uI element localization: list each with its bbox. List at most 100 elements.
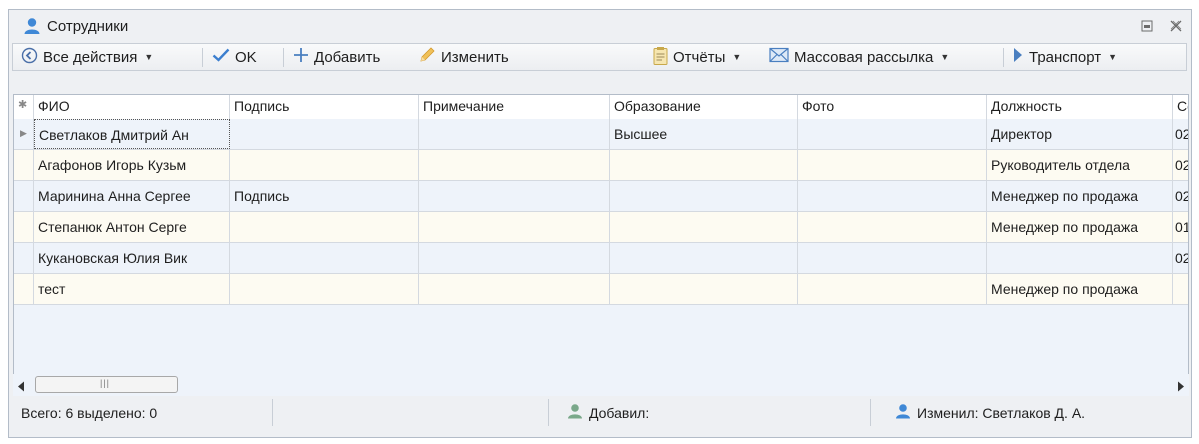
cell-signature[interactable] (230, 212, 419, 242)
cell-note[interactable] (419, 274, 610, 304)
cell-extra[interactable] (1173, 274, 1188, 304)
close-icon[interactable] (1167, 18, 1185, 34)
row-indicator[interactable]: ▶ (14, 119, 34, 149)
pencil-icon (418, 46, 436, 68)
cell-extra[interactable]: 02 (1173, 181, 1188, 211)
cell-signature[interactable] (230, 243, 419, 273)
all-actions-label: Все действия (43, 48, 138, 66)
table-row[interactable]: Кукановская Юлия Вик 02 (14, 243, 1188, 274)
cell-photo[interactable] (798, 181, 987, 211)
cell-photo[interactable] (798, 274, 987, 304)
row-indicator[interactable] (14, 243, 34, 273)
cell-note[interactable] (419, 212, 610, 242)
scrollbar-thumb[interactable]: ||| (35, 376, 178, 393)
cell-education[interactable] (610, 181, 798, 211)
dropdown-arrow-icon: ▼ (144, 52, 154, 62)
column-header-note[interactable]: Примечание (419, 95, 610, 119)
restore-icon[interactable] (1138, 18, 1156, 34)
cell-note[interactable] (419, 243, 610, 273)
cell-extra[interactable]: 02 (1173, 243, 1188, 273)
table-row[interactable]: тест Менеджер по продажа (14, 274, 1188, 305)
all-actions-button[interactable]: Все действия ▼ (21, 44, 153, 70)
cell-education[interactable] (610, 274, 798, 304)
table-row[interactable]: ▶ Светлаков Дмитрий Ан Высшее Директор 0… (14, 119, 1188, 150)
edit-button[interactable]: Изменить (418, 44, 509, 70)
reports-button[interactable]: Отчёты ▼ (653, 44, 741, 70)
column-header-extra[interactable]: Со (1173, 95, 1188, 119)
column-header-signature[interactable]: Подпись (230, 95, 419, 119)
cell-education[interactable] (610, 243, 798, 273)
cell-extra[interactable]: 02 (1173, 150, 1188, 180)
column-header-education[interactable]: Образование (610, 95, 798, 119)
cell-education[interactable]: Высшее (610, 119, 798, 149)
cell-photo[interactable] (798, 243, 987, 273)
cell-photo[interactable] (798, 212, 987, 242)
new-row-indicator-icon: ✱ (14, 95, 34, 119)
grid-header: ✱ ФИО Подпись Примечание Образование Фот… (14, 95, 1188, 120)
dropdown-arrow-icon: ▼ (1108, 52, 1118, 62)
mass-mailing-button[interactable]: Массовая рассылка ▼ (769, 44, 949, 70)
scroll-right-arrow-icon[interactable] (1177, 379, 1185, 395)
add-button[interactable]: Добавить (293, 44, 380, 70)
cell-position[interactable] (987, 243, 1173, 273)
cell-signature[interactable] (230, 150, 419, 180)
actions-circle-icon (21, 47, 38, 68)
cell-note[interactable] (419, 119, 610, 149)
cell-signature[interactable] (230, 119, 419, 149)
title-bar: Сотрудники (9, 10, 1191, 42)
edit-label: Изменить (441, 48, 509, 66)
cell-fio[interactable]: Светлаков Дмитрий Ан (34, 119, 230, 149)
column-header-fio[interactable]: ФИО (34, 95, 230, 119)
horizontal-scrollbar[interactable]: ||| (13, 374, 1189, 396)
mail-icon (769, 47, 789, 67)
row-indicator[interactable] (14, 212, 34, 242)
cell-extra[interactable]: 02 (1173, 119, 1188, 149)
arrow-right-icon (1012, 47, 1024, 67)
cell-note[interactable] (419, 181, 610, 211)
status-bar: Всего: 6 выделено: 0 Добавил: Изменил: С… (13, 399, 1189, 426)
cell-fio[interactable]: Агафонов Игорь Кузьм (34, 150, 230, 180)
cell-note[interactable] (419, 150, 610, 180)
cell-education[interactable] (610, 150, 798, 180)
plus-icon (293, 47, 309, 67)
row-indicator[interactable] (14, 150, 34, 180)
add-label: Добавить (314, 48, 381, 66)
table-row[interactable]: Степанюк Антон Серге Менеджер по продажа… (14, 212, 1188, 243)
cell-fio[interactable]: Степанюк Антон Серге (34, 212, 230, 242)
toolbar: Все действия ▼ OK Добавить Изменить Отчё… (12, 43, 1187, 71)
checkmark-icon (212, 47, 230, 67)
status-changed-by: Изменил: Светлаков Д. А. (891, 399, 1193, 426)
dropdown-arrow-icon: ▼ (732, 52, 742, 62)
row-indicator[interactable] (14, 274, 34, 304)
row-indicator[interactable] (14, 181, 34, 211)
cell-education[interactable] (610, 212, 798, 242)
status-total: Всего: 6 выделено: 0 (13, 399, 273, 426)
grip-icon: ||| (100, 378, 111, 388)
reports-label: Отчёты (673, 48, 726, 66)
cell-signature[interactable]: Подпись (230, 181, 419, 211)
cell-signature[interactable] (230, 274, 419, 304)
cell-extra[interactable]: 01 (1173, 212, 1188, 242)
table-row[interactable]: Маринина Анна Сергее Подпись Менеджер по… (14, 181, 1188, 212)
column-header-photo[interactable]: Фото (798, 95, 987, 119)
user-icon (895, 403, 911, 422)
current-row-arrow-icon: ▶ (20, 128, 27, 138)
cell-photo[interactable] (798, 119, 987, 149)
window-title: Сотрудники (47, 18, 129, 35)
cell-position[interactable]: Менеджер по продажа (987, 181, 1173, 211)
cell-fio[interactable]: тест (34, 274, 230, 304)
cell-fio[interactable]: Маринина Анна Сергее (34, 181, 230, 211)
cell-position[interactable]: Менеджер по продажа (987, 212, 1173, 242)
column-header-position[interactable]: Должность (987, 95, 1173, 119)
cell-position[interactable]: Руководитель отдела (987, 150, 1173, 180)
transport-button[interactable]: Транспорт ▼ (1012, 44, 1117, 70)
cell-position[interactable]: Директор (987, 119, 1173, 149)
cell-photo[interactable] (798, 150, 987, 180)
ok-button[interactable]: OK (212, 44, 257, 70)
toolbar-separator (202, 48, 203, 67)
report-clipboard-icon (653, 46, 668, 69)
cell-fio[interactable]: Кукановская Юлия Вик (34, 243, 230, 273)
table-row[interactable]: Агафонов Игорь Кузьм Руководитель отдела… (14, 150, 1188, 181)
scroll-left-arrow-icon[interactable] (17, 379, 25, 395)
cell-position[interactable]: Менеджер по продажа (987, 274, 1173, 304)
